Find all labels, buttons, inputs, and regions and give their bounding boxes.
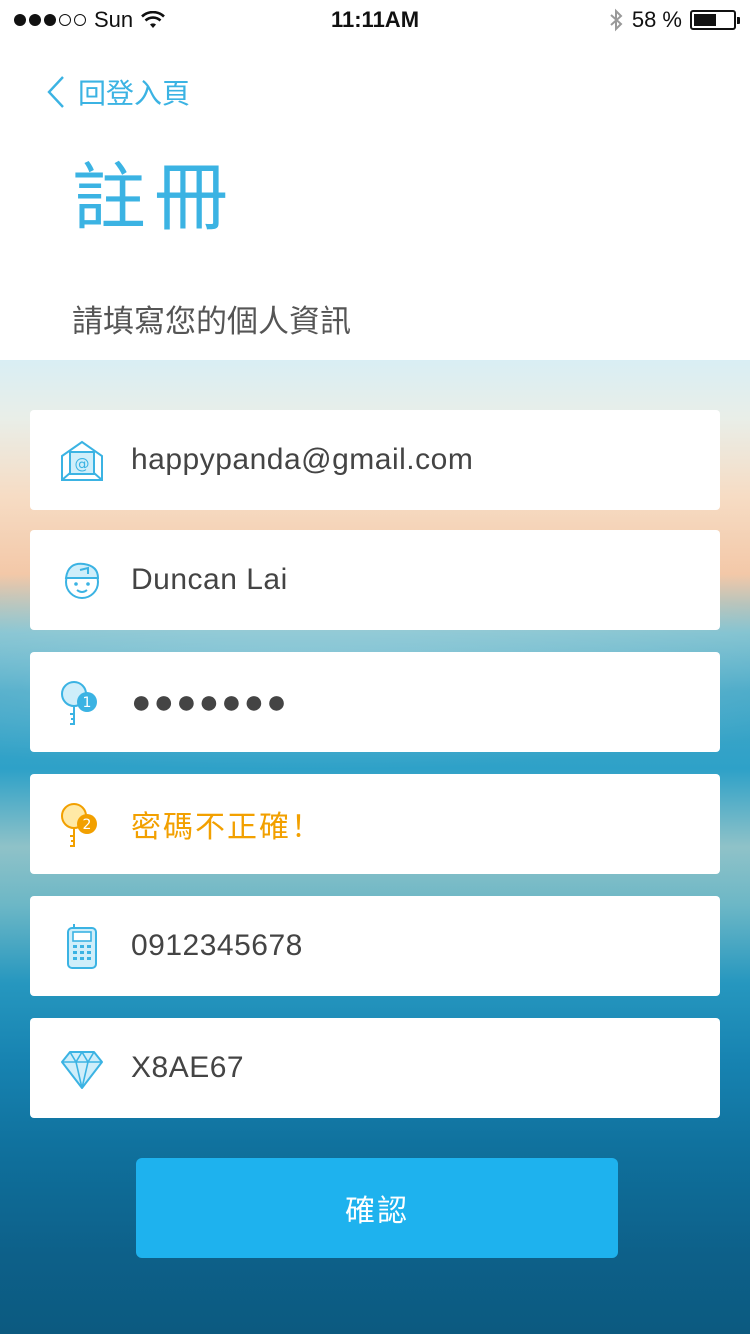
password-error-message: 密碼不正確！ xyxy=(131,811,323,844)
signal-strength-icon xyxy=(14,14,86,26)
key-badge-2: 2 xyxy=(83,817,92,833)
password-value: ●●●●●●● xyxy=(131,682,289,721)
invite-code-value: X8AE67 xyxy=(131,1051,245,1084)
back-label: 回登入頁 xyxy=(78,78,191,109)
carrier-label: Sun xyxy=(94,7,134,32)
battery-icon xyxy=(690,10,740,30)
chevron-left-icon xyxy=(47,76,64,108)
name-field[interactable]: Duncan Lai xyxy=(30,530,720,630)
phone-value: 0912345678 xyxy=(131,929,303,962)
bluetooth-icon xyxy=(610,8,623,32)
phone-field[interactable]: 0912345678 xyxy=(30,896,720,996)
phone-icon xyxy=(67,924,97,969)
user-icon xyxy=(64,562,100,599)
diamond-icon xyxy=(61,1051,103,1089)
page-title: 註冊 xyxy=(72,156,236,239)
battery-percent: 58 % xyxy=(631,7,682,32)
mail-icon: @ xyxy=(61,440,103,481)
status-bar-left: Sun xyxy=(14,7,166,33)
status-bar-right: 58 % xyxy=(608,7,740,33)
password-field[interactable]: 1 ●●●●●●● xyxy=(30,652,720,752)
confirm-password-field[interactable]: 2 密碼不正確！ xyxy=(30,774,720,874)
key-badge-1: 1 xyxy=(83,695,92,711)
status-bar: Sun 11:11AM 58 % xyxy=(0,0,750,40)
key-1-icon: 1 xyxy=(61,681,97,725)
svg-text:@: @ xyxy=(75,455,90,473)
confirm-button[interactable]: 確認 xyxy=(136,1158,618,1258)
wifi-icon xyxy=(141,11,166,28)
invite-code-field[interactable]: X8AE67 xyxy=(30,1018,720,1118)
name-value: Duncan Lai xyxy=(131,563,288,596)
back-button[interactable]: 回登入頁 xyxy=(46,72,190,112)
email-value: happypanda@gmail.com xyxy=(131,443,474,476)
key-2-icon: 2 xyxy=(61,803,97,847)
email-field[interactable]: @ happypanda@gmail.com xyxy=(30,410,720,510)
battery-level xyxy=(694,14,717,26)
page-subtitle: 請填寫您的個人資訊 xyxy=(72,304,351,339)
